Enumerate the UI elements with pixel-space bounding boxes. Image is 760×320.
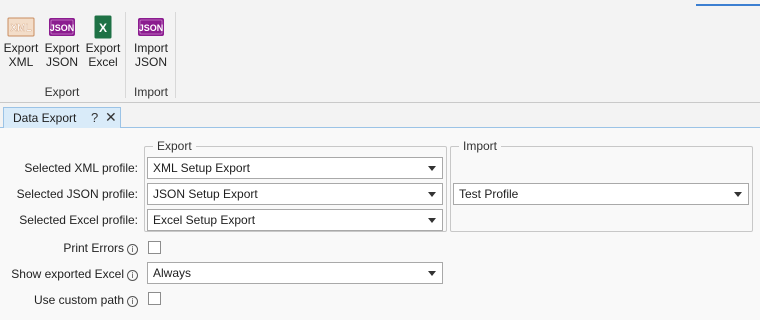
export-json-label-line2: JSON bbox=[45, 55, 78, 69]
info-icon[interactable]: i bbox=[127, 244, 138, 255]
xml-profile-label: Selected XML profile: bbox=[24, 161, 138, 175]
print-errors-text: Print Errors bbox=[63, 241, 124, 255]
export-excel-button[interactable]: X Export Excel bbox=[83, 12, 123, 69]
tab-title: Data Export bbox=[13, 111, 77, 125]
export-json-button[interactable]: JSON Export JSON bbox=[42, 12, 82, 69]
import-json-label-line2: JSON bbox=[134, 55, 167, 69]
custom-path-text: Use custom path bbox=[33, 293, 124, 307]
export-xml-button[interactable]: XML Export XML bbox=[1, 12, 41, 69]
print-errors-checkbox[interactable] bbox=[148, 241, 161, 254]
show-excel-text: Show exported Excel bbox=[11, 267, 124, 281]
excel-profile-value: Excel Setup Export bbox=[153, 213, 256, 227]
show-excel-label: Show exported Excel i bbox=[11, 267, 138, 281]
svg-text:JSON: JSON bbox=[50, 23, 75, 33]
json-profile-select[interactable]: JSON Setup Export bbox=[147, 183, 443, 205]
ribbon-group-import: JSON Import JSON Import bbox=[127, 12, 176, 100]
chevron-down-icon bbox=[428, 192, 436, 197]
import-json-profile-select[interactable]: Test Profile bbox=[453, 183, 749, 205]
import-json-button[interactable]: JSON Import JSON bbox=[131, 12, 171, 69]
info-icon[interactable]: i bbox=[127, 270, 138, 281]
print-errors-label: Print Errors i bbox=[63, 241, 138, 255]
excel-profile-label: Selected Excel profile: bbox=[19, 213, 138, 227]
tab-data-export[interactable]: Data Export ? ✕ bbox=[3, 107, 121, 129]
import-section-legend: Import bbox=[459, 139, 502, 153]
export-group-label: Export bbox=[44, 85, 80, 99]
document-tab-strip: Data Export ? ✕ bbox=[0, 102, 760, 129]
json-profile-value: JSON Setup Export bbox=[153, 187, 258, 201]
export-excel-label-line1: Export bbox=[85, 41, 121, 55]
info-icon[interactable]: i bbox=[127, 296, 138, 307]
import-json-profile-value: Test Profile bbox=[459, 187, 519, 201]
show-excel-select[interactable]: Always bbox=[147, 262, 443, 284]
ribbon-group-divider bbox=[125, 12, 126, 98]
xml-profile-select[interactable]: XML Setup Export bbox=[147, 157, 443, 179]
ribbon-group-divider bbox=[175, 12, 176, 98]
json-profile-label: Selected JSON profile: bbox=[16, 187, 138, 201]
ribbon-accent-line bbox=[696, 4, 760, 6]
export-excel-label-line2: Excel bbox=[88, 55, 118, 69]
xml-file-icon: XML bbox=[7, 15, 35, 39]
excel-profile-select[interactable]: Excel Setup Export bbox=[147, 209, 443, 231]
chevron-down-icon bbox=[428, 271, 436, 276]
svg-text:X: X bbox=[99, 21, 107, 35]
export-json-label-line1: Export bbox=[44, 41, 80, 55]
json-file-icon: JSON bbox=[137, 15, 165, 39]
json-file-icon: JSON bbox=[48, 15, 76, 39]
svg-text:XML: XML bbox=[10, 23, 31, 34]
import-group-label: Import bbox=[133, 85, 168, 99]
custom-path-label: Use custom path i bbox=[34, 293, 138, 307]
chevron-down-icon bbox=[428, 218, 436, 223]
close-icon[interactable]: ✕ bbox=[105, 109, 117, 126]
show-excel-value: Always bbox=[153, 266, 192, 280]
export-xml-label-line2: XML bbox=[8, 55, 34, 69]
data-export-panel: Export Import Selected XML profile: XML … bbox=[0, 128, 760, 320]
export-xml-label-line1: Export bbox=[3, 41, 39, 55]
custom-path-checkbox[interactable] bbox=[148, 292, 161, 305]
excel-file-icon: X bbox=[89, 15, 117, 39]
xml-profile-value: XML Setup Export bbox=[153, 161, 250, 175]
ribbon: XML Export XML JSON Export JSON X Export… bbox=[0, 0, 760, 102]
svg-text:JSON: JSON bbox=[139, 23, 164, 33]
export-section-legend: Export bbox=[153, 139, 196, 153]
help-icon[interactable]: ? bbox=[91, 110, 98, 125]
chevron-down-icon bbox=[428, 166, 436, 171]
import-json-label-line1: Import bbox=[133, 41, 168, 55]
chevron-down-icon bbox=[734, 192, 742, 197]
ribbon-group-export: XML Export XML JSON Export JSON X Export… bbox=[0, 12, 126, 100]
